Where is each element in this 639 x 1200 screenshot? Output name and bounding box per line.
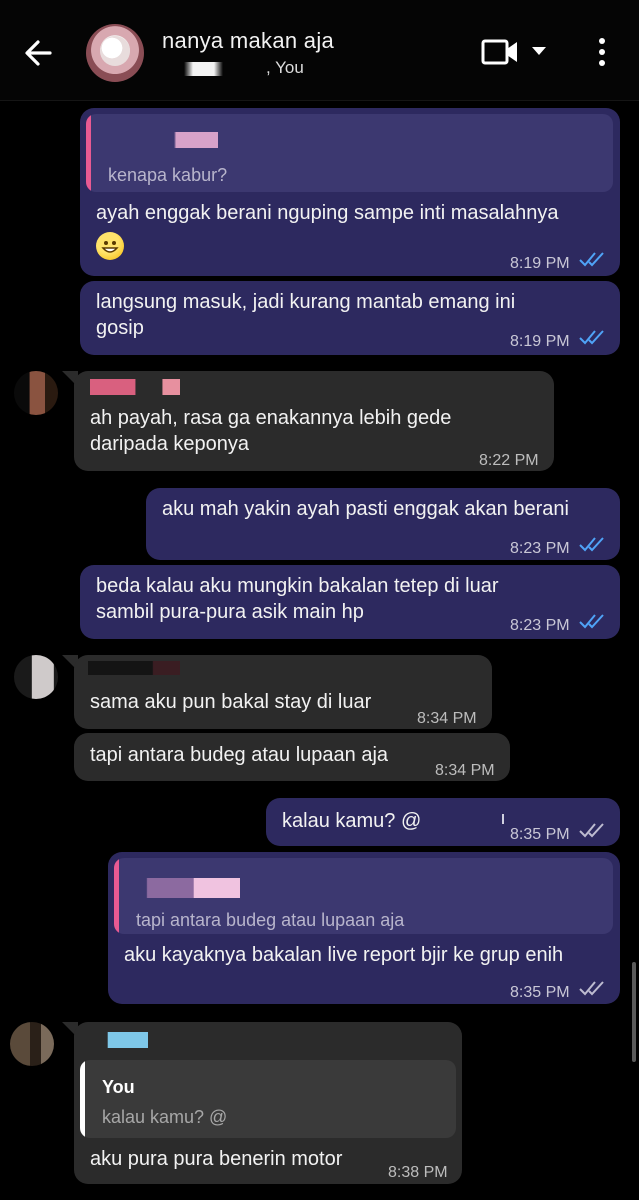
message-time: 8:34 PM	[435, 762, 495, 779]
message-bubble-incoming[interactable]: You kalau kamu? @ aku pura pura benerin …	[74, 1022, 462, 1184]
back-arrow-icon[interactable]	[20, 34, 58, 72]
redacted-sender	[90, 1032, 148, 1048]
read-ticks-icon	[579, 614, 604, 629]
redacted-sender	[136, 878, 240, 898]
message-time: 8:35 PM	[510, 826, 570, 843]
participants-text: , You	[266, 58, 304, 77]
redacted-sender	[90, 379, 180, 395]
message-bubble-outgoing[interactable]: kenapa kabur? ayah enggak berani nguping…	[80, 108, 620, 276]
message-text: aku kayaknya bakalan live report bjir ke…	[124, 944, 564, 966]
message-text: beda kalau aku mungkin bakalan tetep di …	[96, 575, 499, 623]
participants-subtitle[interactable]: , You	[172, 58, 304, 78]
message-text: ah payah, rasa ga enakannya lebih gede d…	[90, 407, 452, 455]
message-bubble-outgoing[interactable]: beda kalau aku mungkin bakalan tetep di …	[80, 565, 620, 639]
message-time: 8:38 PM	[388, 1164, 448, 1181]
message-time: 8:19 PM	[510, 255, 570, 272]
scrollbar[interactable]	[632, 962, 636, 1062]
grinning-emoji-icon	[96, 232, 124, 260]
message-time: 8:23 PM	[510, 617, 570, 634]
redacted-sender	[108, 132, 218, 148]
redacted-mention	[502, 814, 504, 824]
chevron-down-icon[interactable]	[530, 44, 548, 58]
sender-avatar[interactable]	[14, 371, 58, 415]
sender-avatar[interactable]	[10, 1022, 54, 1066]
message-text: sama aku pun bakal stay di luar	[90, 691, 372, 713]
message-text: kalau kamu? @	[282, 810, 422, 832]
redacted-sender	[88, 661, 180, 675]
message-time: 8:23 PM	[510, 540, 570, 557]
reply-quote[interactable]: tapi antara budeg atau lupaan aja	[114, 858, 613, 934]
quote-sender-name: You	[102, 1077, 135, 1097]
message-time: 8:22 PM	[479, 452, 539, 469]
message-text: aku mah yakin ayah pasti enggak akan ber…	[162, 498, 569, 520]
message-time: 8:34 PM	[417, 710, 477, 727]
video-call-icon[interactable]	[480, 36, 520, 68]
redacted-name	[172, 61, 232, 76]
read-ticks-icon	[579, 537, 604, 552]
message-time: 8:35 PM	[510, 984, 570, 1001]
message-bubble-outgoing[interactable]: langsung masuk, jadi kurang mantab emang…	[80, 281, 620, 355]
group-avatar[interactable]	[86, 24, 144, 82]
message-bubble-outgoing[interactable]: aku mah yakin ayah pasti enggak akan ber…	[146, 488, 620, 560]
more-options-icon[interactable]	[592, 36, 612, 68]
delivered-ticks-icon	[579, 981, 604, 996]
message-bubble-outgoing[interactable]: kalau kamu? @ 8:35 PM	[266, 798, 620, 846]
quote-text: kalau kamu? @	[102, 1107, 228, 1127]
message-bubble-incoming[interactable]: sama aku pun bakal stay di luar 8:34 PM	[74, 655, 492, 729]
message-text: tapi antara budeg atau lupaan aja	[90, 744, 389, 766]
message-bubble-outgoing[interactable]: tapi antara budeg atau lupaan aja aku ka…	[108, 852, 620, 1004]
message-bubble-incoming[interactable]: ah payah, rasa ga enakannya lebih gede d…	[74, 371, 554, 471]
quote-text: tapi antara budeg atau lupaan aja	[136, 910, 405, 930]
chat-header: nanya makan aja , You	[0, 0, 639, 101]
read-ticks-icon	[579, 330, 604, 345]
quote-text: kenapa kabur?	[108, 165, 228, 185]
message-text: langsung masuk, jadi kurang mantab emang…	[96, 291, 516, 339]
chat-title[interactable]: nanya makan aja	[162, 28, 334, 54]
message-text: ayah enggak berani nguping sampe inti ma…	[96, 202, 559, 224]
message-text: aku pura pura benerin motor	[90, 1148, 343, 1170]
read-ticks-icon	[579, 252, 604, 267]
message-time: 8:19 PM	[510, 333, 570, 350]
reply-quote[interactable]: kenapa kabur?	[86, 114, 613, 192]
delivered-ticks-icon	[579, 823, 604, 838]
message-bubble-incoming[interactable]: tapi antara budeg atau lupaan aja 8:34 P…	[74, 733, 510, 781]
sender-avatar[interactable]	[14, 655, 58, 699]
reply-quote[interactable]: You kalau kamu? @	[80, 1060, 456, 1138]
